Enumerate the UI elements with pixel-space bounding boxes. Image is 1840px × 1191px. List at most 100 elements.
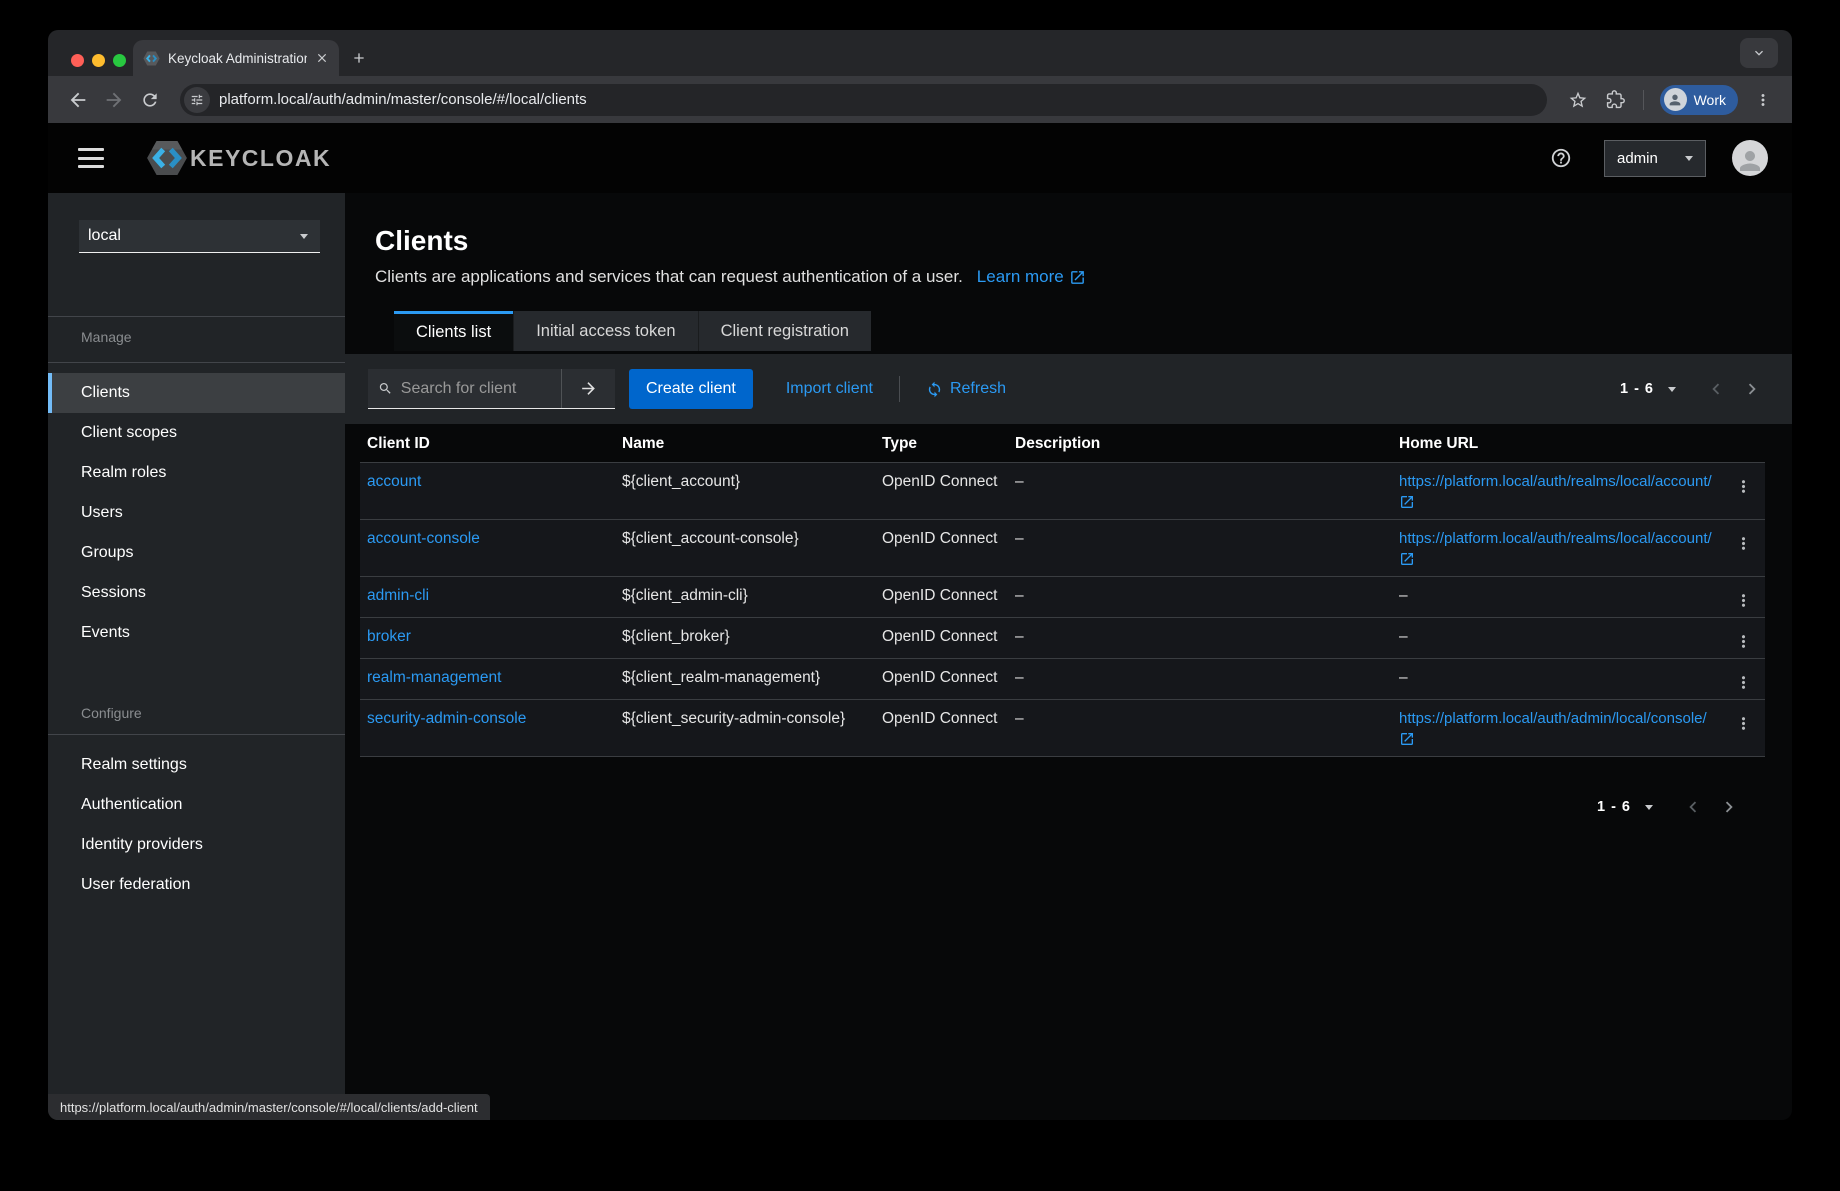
bookmark-star-icon[interactable]	[1561, 83, 1595, 117]
client-description: –	[1008, 700, 1392, 736]
row-kebab-icon[interactable]	[1726, 665, 1760, 699]
row-kebab-icon[interactable]	[1726, 469, 1760, 503]
user-dropdown[interactable]: admin	[1604, 140, 1706, 177]
sidebar-divider	[48, 734, 345, 735]
home-url-link[interactable]: https://platform.local/auth/admin/local/…	[1399, 710, 1712, 727]
forward-icon[interactable]	[98, 84, 130, 116]
sidebar-item[interactable]: Identity providers	[48, 825, 345, 865]
sidebar-item[interactable]: Clients	[48, 373, 345, 413]
pagination-dropdown-icon[interactable]	[1645, 805, 1653, 810]
external-link-icon[interactable]	[1399, 551, 1712, 567]
tab[interactable]: Clients list	[394, 311, 513, 351]
back-icon[interactable]	[62, 84, 94, 116]
toolbar-divider	[1643, 90, 1644, 110]
table-row: realm-management ${client_realm-manageme…	[360, 658, 1765, 699]
window-zoom-button[interactable]	[113, 54, 126, 67]
next-page-icon[interactable]	[1711, 789, 1747, 825]
page-title: Clients	[375, 225, 1792, 257]
column-header: Description	[1008, 424, 1392, 462]
sidebar-item[interactable]: Client scopes	[48, 413, 345, 453]
client-name: ${client_realm-management}	[615, 659, 875, 695]
create-client-button[interactable]: Create client	[629, 369, 753, 409]
window-close-button[interactable]	[71, 54, 84, 67]
home-url-link[interactable]: https://platform.local/auth/realms/local…	[1399, 473, 1712, 490]
site-info-icon[interactable]	[184, 87, 210, 113]
window-minimize-button[interactable]	[92, 54, 105, 67]
table-row: broker ${client_broker} OpenID Connect –…	[360, 617, 1765, 658]
new-tab-button[interactable]	[345, 44, 373, 72]
row-kebab-icon[interactable]	[1726, 624, 1760, 658]
prev-page-icon[interactable]	[1675, 789, 1711, 825]
client-id-link[interactable]: broker	[367, 628, 411, 645]
row-kebab-icon[interactable]	[1726, 706, 1760, 740]
sidebar-item[interactable]: Sessions	[48, 573, 345, 613]
sidebar-item[interactable]: Events	[48, 613, 345, 653]
client-name: ${client_security-admin-console}	[615, 700, 875, 736]
pagination-bottom: 1 - 6	[1597, 789, 1747, 825]
tab[interactable]: Initial access token	[513, 311, 697, 351]
row-kebab-icon[interactable]	[1726, 526, 1760, 560]
client-description: –	[1008, 618, 1392, 654]
client-id-link[interactable]: account-console	[367, 530, 480, 547]
browser-tab[interactable]: Keycloak Administration UI	[133, 40, 339, 76]
learn-more-link[interactable]: Learn more	[977, 267, 1086, 287]
pagination-label: 1 - 6	[1620, 381, 1654, 397]
sidebar-item[interactable]: Users	[48, 493, 345, 533]
browser-menu-icon[interactable]	[1748, 85, 1778, 115]
home-url-link[interactable]: https://platform.local/auth/realms/local…	[1399, 530, 1712, 547]
client-id-link[interactable]: account	[367, 473, 421, 490]
sidebar-item[interactable]: Realm roles	[48, 453, 345, 493]
client-type: OpenID Connect	[875, 659, 1008, 695]
hamburger-menu-icon[interactable]	[78, 148, 104, 168]
sidebar-item[interactable]: Groups	[48, 533, 345, 573]
client-id-link[interactable]: security-admin-console	[367, 710, 526, 727]
search-icon	[378, 380, 393, 397]
tab[interactable]: Client registration	[698, 311, 871, 351]
next-page-icon[interactable]	[1734, 371, 1770, 407]
sidebar-item[interactable]: Authentication	[48, 785, 345, 825]
client-type: OpenID Connect	[875, 618, 1008, 654]
browser-window: Keycloak Administration UI platform.loca…	[48, 30, 1792, 1120]
keycloak-masthead: KEYCLOAK admin	[48, 123, 1792, 193]
sidebar-item[interactable]: Realm settings	[48, 745, 345, 785]
clients-table: Client ID Name Type Description Home URL…	[360, 424, 1765, 757]
prev-page-icon[interactable]	[1698, 371, 1734, 407]
client-id-link[interactable]: realm-management	[367, 669, 501, 686]
reload-icon[interactable]	[134, 84, 166, 116]
client-description: –	[1008, 577, 1392, 613]
client-type: OpenID Connect	[875, 700, 1008, 736]
table-header-row: Client ID Name Type Description Home URL	[360, 424, 1765, 462]
status-bar-link-preview: https://platform.local/auth/admin/master…	[48, 1094, 490, 1120]
address-bar[interactable]: platform.local/auth/admin/master/console…	[180, 84, 1547, 116]
table-row: account-console ${client_account-console…	[360, 519, 1765, 576]
tab-bar: Clients list Initial access token Client…	[394, 311, 1792, 351]
extensions-icon[interactable]	[1599, 83, 1633, 117]
search-submit-icon[interactable]	[561, 369, 615, 408]
client-home-url: –	[1392, 659, 1720, 695]
toolbar: Create client Import client Refresh 1 - …	[345, 354, 1792, 424]
column-header: Home URL	[1392, 424, 1720, 462]
user-avatar[interactable]	[1732, 140, 1768, 176]
user-dropdown-label: admin	[1617, 150, 1658, 167]
pagination-dropdown-icon[interactable]	[1668, 387, 1676, 392]
tab-search-chevron-icon[interactable]	[1740, 38, 1778, 68]
realm-selector[interactable]: local	[79, 220, 320, 253]
refresh-link[interactable]: Refresh	[926, 380, 1006, 398]
external-link-icon[interactable]	[1399, 731, 1712, 747]
sidebar-section-manage: Manage	[48, 317, 345, 349]
browser-profile-button[interactable]: Work	[1660, 85, 1738, 115]
search-input[interactable]	[401, 380, 551, 398]
sidebar-item[interactable]: User federation	[48, 865, 345, 905]
external-link-icon[interactable]	[1399, 494, 1712, 510]
client-home-url: –	[1392, 618, 1720, 654]
help-icon[interactable]	[1544, 141, 1578, 175]
client-description: –	[1008, 659, 1392, 695]
client-id-link[interactable]: admin-cli	[367, 587, 429, 604]
keycloak-favicon-icon	[143, 51, 160, 66]
import-client-link[interactable]: Import client	[786, 380, 873, 398]
client-type: OpenID Connect	[875, 463, 1008, 499]
tab-close-icon[interactable]	[315, 51, 329, 65]
row-kebab-icon[interactable]	[1726, 583, 1760, 617]
client-name: ${client_broker}	[615, 618, 875, 654]
keycloak-logo: KEYCLOAK	[146, 140, 331, 176]
